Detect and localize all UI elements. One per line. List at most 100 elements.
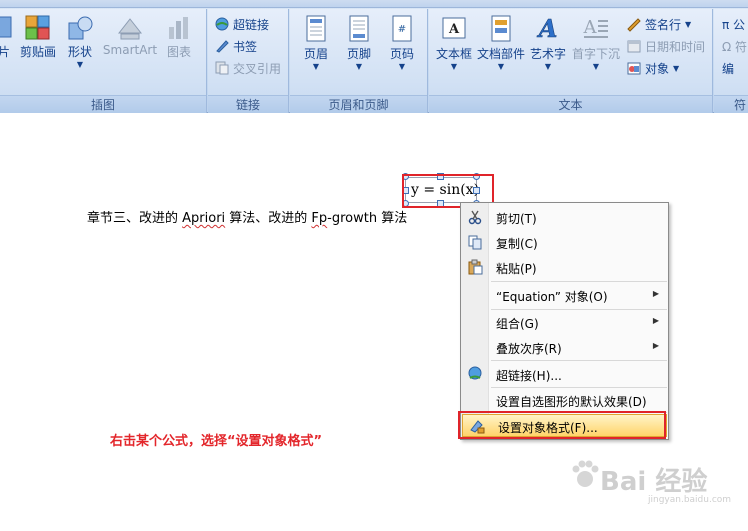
textbox-label: 文本框: [435, 47, 472, 61]
menu-item-equation-object[interactable]: “Equation” 对象(O) ▶: [461, 284, 668, 306]
smartart-label: SmartArt: [102, 43, 158, 57]
menu-separator: [491, 309, 667, 310]
menu-label-hyperlink: 超链接(H)...: [496, 369, 562, 383]
drop-cap-button[interactable]: A 首字下沉 ▼: [570, 15, 622, 71]
equation-button[interactable]: π 公: [722, 15, 745, 33]
menu-label-order: 叠放次序(R): [496, 342, 562, 356]
context-menu: 剪切(T) 复制(C) 粘贴(P) “Equation” 对象(O) ▶ 组合(…: [460, 202, 669, 440]
clipart-label: 剪贴画: [19, 45, 56, 59]
shapes-icon: [68, 16, 93, 40]
numbering-button[interactable]: 编: [722, 59, 734, 77]
chevron-down-icon: ▼: [544, 62, 552, 71]
group-label-links: 链接: [208, 95, 288, 113]
numbering-label: 编: [722, 61, 735, 76]
footer-page-icon: [349, 15, 369, 42]
menu-label-equation-object: “Equation” 对象(O): [496, 290, 608, 304]
chevron-down-icon: ▼: [685, 19, 692, 29]
picture-button[interactable]: 片: [0, 15, 14, 60]
paragraph-fp: Fp: [311, 211, 328, 226]
menu-separator: [491, 387, 667, 388]
wordart-label: 艺术字: [529, 47, 566, 61]
chevron-down-icon: ▼: [450, 62, 458, 71]
group-label-symbols: 符: [714, 95, 748, 113]
copy-icon: [468, 235, 482, 250]
bookmark-icon: [216, 40, 229, 53]
globe-link-icon: [468, 366, 482, 380]
document-page[interactable]: 章节三、改进的 Apriori 算法、改进的 Fp-growth 算法 y = …: [0, 114, 748, 531]
chevron-down-icon: ▼: [398, 62, 406, 71]
document-paragraph[interactable]: 章节三、改进的 Apriori 算法、改进的 Fp-growth 算法: [87, 207, 407, 226]
smartart-icon: [117, 18, 143, 40]
date-time-button[interactable]: 日期和时间: [626, 37, 705, 55]
menu-item-group[interactable]: 组合(G) ▶: [461, 311, 668, 333]
menu-item-order[interactable]: 叠放次序(R) ▶: [461, 336, 668, 358]
menu-item-cut[interactable]: 剪切(T): [461, 206, 668, 228]
equation-label: π 公: [722, 17, 746, 32]
paragraph-text-after: -growth 算法: [327, 211, 408, 226]
menu-label-paste: 粘贴(P): [496, 262, 537, 276]
quick-parts-button[interactable]: 文档部件 ▼: [476, 15, 526, 71]
symbol-button[interactable]: Ω 符: [722, 37, 747, 55]
paragraph-apriori: Apriori: [182, 211, 226, 226]
object-button[interactable]: 对象 ▼: [626, 59, 679, 77]
cross-reference-icon: [215, 61, 229, 75]
group-links: 超链接 书签 交叉引用 链接: [208, 9, 289, 113]
wordart-button[interactable]: A 艺术字 ▼: [527, 15, 569, 71]
footer-label: 页脚: [346, 47, 371, 61]
drop-cap-icon: A: [583, 17, 608, 38]
group-symbols: π 公 Ω 符 编 符: [714, 9, 748, 113]
wordart-icon: A: [536, 15, 557, 43]
group-label-header-footer: 页眉和页脚: [290, 95, 427, 113]
textbox-button[interactable]: A 文本框 ▼: [433, 15, 475, 71]
calendar-icon: [627, 40, 641, 53]
page-number-button[interactable]: # 页码 ▼: [382, 15, 422, 71]
hyperlink-button[interactable]: 超链接: [214, 15, 269, 33]
chevron-right-icon: ▶: [652, 316, 659, 325]
picture-icon: [0, 16, 12, 38]
chevron-down-icon: ▼: [592, 62, 600, 71]
chevron-right-icon: ▶: [652, 289, 659, 298]
group-illustrations: 片 剪贴画 形状 ▼ SmartArt 图表 插图: [0, 9, 207, 113]
cross-reference-button[interactable]: 交叉引用: [214, 59, 281, 77]
hyperlink-label: 超链接: [233, 17, 270, 32]
scissors-icon: [468, 210, 482, 225]
menu-item-hyperlink[interactable]: 超链接(H)...: [461, 363, 668, 385]
footer-button[interactable]: 页脚 ▼: [339, 15, 379, 71]
paste-icon: [468, 259, 483, 275]
chevron-down-icon: ▼: [312, 62, 320, 71]
paragraph-text-mid: 算法、改进的: [225, 211, 312, 226]
bookmark-button[interactable]: 书签: [214, 37, 257, 55]
group-label-illustrations: 插图: [0, 95, 206, 113]
clipart-button[interactable]: 剪贴画: [18, 15, 58, 60]
date-time-label: 日期和时间: [645, 39, 706, 54]
cross-reference-label: 交叉引用: [233, 61, 282, 76]
symbol-label: Ω 符: [722, 39, 747, 54]
chevron-down-icon: ▼: [355, 62, 363, 71]
menu-item-paste[interactable]: 粘贴(P): [461, 256, 668, 278]
picture-label: 片: [0, 45, 10, 59]
quick-parts-label: 文档部件: [476, 47, 525, 61]
menu-item-set-default-shape[interactable]: 设置自选图形的默认效果(D): [461, 389, 668, 411]
chart-button[interactable]: 图表: [162, 15, 196, 60]
svg-text:A: A: [583, 17, 598, 38]
bookmark-label: 书签: [233, 39, 258, 54]
shapes-button[interactable]: 形状 ▼: [62, 15, 98, 69]
group-text: A 文本框 ▼ 文档部件 ▼ A 艺术字 ▼ A 首字下沉 ▼ 签名行 ▼ 日期…: [429, 9, 713, 113]
signature-line-button[interactable]: 签名行 ▼: [626, 15, 691, 33]
instruction-caption: 右击某个公式，选择“设置对象格式”: [110, 434, 323, 449]
smartart-button[interactable]: SmartArt: [100, 15, 160, 57]
menu-label-cut: 剪切(T): [496, 212, 537, 226]
menu-item-copy[interactable]: 复制(C): [461, 231, 668, 253]
menu-label-group: 组合(G): [496, 317, 539, 331]
quick-parts-icon: [491, 15, 511, 42]
header-button[interactable]: 页眉 ▼: [296, 15, 336, 71]
menu-separator: [491, 360, 667, 361]
svg-text:A: A: [448, 22, 460, 37]
paragraph-text-before: 章节三、改进的: [87, 211, 183, 226]
signature-line-label: 签名行: [645, 17, 682, 32]
textbox-icon: A: [442, 17, 466, 39]
group-header-footer: 页眉 ▼ 页脚 ▼ # 页码 ▼ 页眉和页脚: [290, 9, 428, 113]
clipart-icon: [25, 15, 50, 40]
shapes-label: 形状: [67, 45, 92, 59]
menu-annotation-box: [458, 411, 666, 439]
